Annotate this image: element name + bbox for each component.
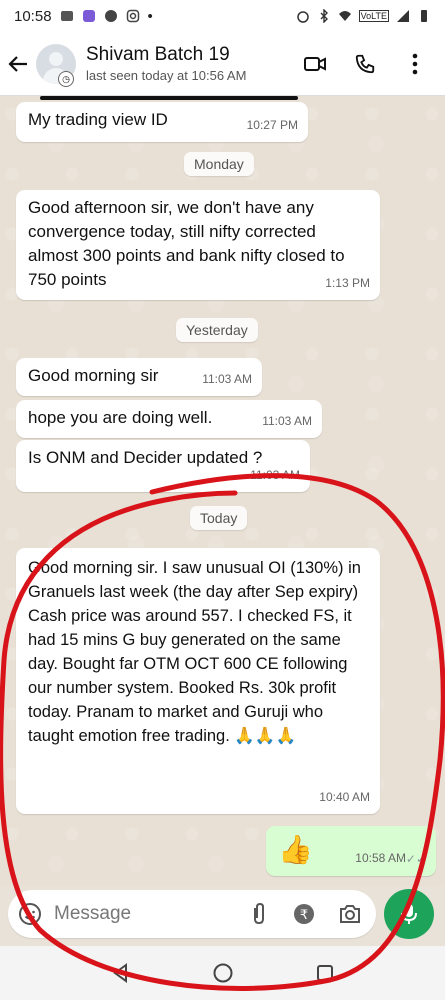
more-notifications-dot: • (147, 7, 153, 25)
instagram-notification-icon (126, 9, 139, 23)
rupee-icon[interactable]: ₹ (292, 902, 316, 926)
last-seen: last seen today at 10:56 AM (86, 68, 247, 83)
message-input-box[interactable]: Message ₹ (8, 890, 376, 938)
message-bubble[interactable]: hope you are doing well. 11:03 AM (16, 400, 322, 438)
message-text: Good morning sir (28, 366, 159, 385)
status-time: 10:58 (14, 7, 52, 25)
nav-back-icon[interactable] (111, 963, 131, 983)
message-time: 1:13 PM (325, 276, 370, 290)
messages-notification-icon (60, 11, 73, 21)
phone-icon[interactable] (353, 52, 377, 76)
message-text: Good afternoon sir, we don't have any co… (28, 198, 345, 289)
mic-icon (401, 904, 417, 924)
camera-icon[interactable] (338, 903, 362, 925)
message-time-outgoing: 10:58 AM (355, 846, 406, 870)
message-bubble[interactable]: Good morning sir. I saw unusual OI (130%… (16, 548, 380, 814)
bluetooth-icon (320, 9, 328, 23)
date-divider: Today (190, 506, 248, 530)
back-arrow-icon[interactable] (2, 44, 34, 84)
network-label: VoLTE (358, 10, 389, 22)
chat-header: ◷ Shivam Batch 19 last seen today at 10:… (0, 32, 445, 96)
chat-name: Shivam Batch 19 (86, 44, 230, 65)
message-bubble[interactable]: My trading view ID 10:27 PM (16, 102, 308, 142)
message-text: 👍 (278, 834, 313, 865)
message-bubble[interactable]: Good morning sir 11:03 AM (16, 358, 262, 396)
system-nav-bar (0, 946, 445, 1000)
message-time: 10:40 AM (319, 790, 370, 804)
message-bubble[interactable]: Is ONM and Decider updated ? 11:03 AM (16, 440, 310, 492)
attach-icon[interactable] (248, 902, 270, 926)
nav-home-icon[interactable] (212, 962, 234, 984)
status-bar: 10:58 • VoLTE (0, 0, 445, 32)
input-bar: Message ₹ (0, 886, 445, 942)
community-badge-icon: ◷ (58, 71, 74, 87)
app-notification-icon (82, 10, 95, 22)
wifi-icon (338, 11, 351, 21)
message-text: My trading view ID (28, 110, 168, 129)
alarm-icon (296, 11, 309, 23)
date-divider: Monday (184, 152, 254, 176)
nav-recents-icon[interactable] (315, 963, 335, 983)
message-text: hope you are doing well. (28, 408, 213, 427)
read-ticks-icon: ✓✓ (405, 852, 426, 866)
chat-area[interactable]: My trading view ID 10:27 PM Monday Good … (0, 96, 445, 886)
vpn-notification-icon (104, 10, 117, 22)
message-time: 11:03 AM (250, 468, 300, 482)
battery-icon (421, 10, 427, 22)
message-time: 11:03 AM (262, 414, 312, 428)
message-text: Is ONM and Decider updated ? (28, 448, 263, 467)
more-vert-icon[interactable] (403, 52, 427, 76)
message-time: 11:03 AM (202, 372, 252, 386)
quoted-line (40, 96, 298, 100)
emoji-icon[interactable] (18, 902, 42, 926)
message-time-value: 10:58 AM (355, 851, 406, 865)
mic-button[interactable] (384, 889, 434, 939)
svg-text:₹: ₹ (300, 908, 308, 923)
signal-icon (397, 10, 409, 22)
chat-title-block[interactable]: Shivam Batch 19 last seen today at 10:56… (86, 44, 246, 83)
message-bubble[interactable]: Good afternoon sir, we don't have any co… (16, 190, 380, 300)
message-input[interactable]: Message (54, 903, 131, 925)
message-bubble-outgoing[interactable]: 👍 10:58 AM ✓✓ (266, 826, 436, 876)
message-text: Good morning sir. I saw unusual OI (130%… (28, 559, 361, 745)
date-divider: Yesterday (176, 318, 258, 342)
video-call-icon[interactable] (303, 52, 327, 76)
message-time: 10:27 PM (246, 118, 298, 132)
